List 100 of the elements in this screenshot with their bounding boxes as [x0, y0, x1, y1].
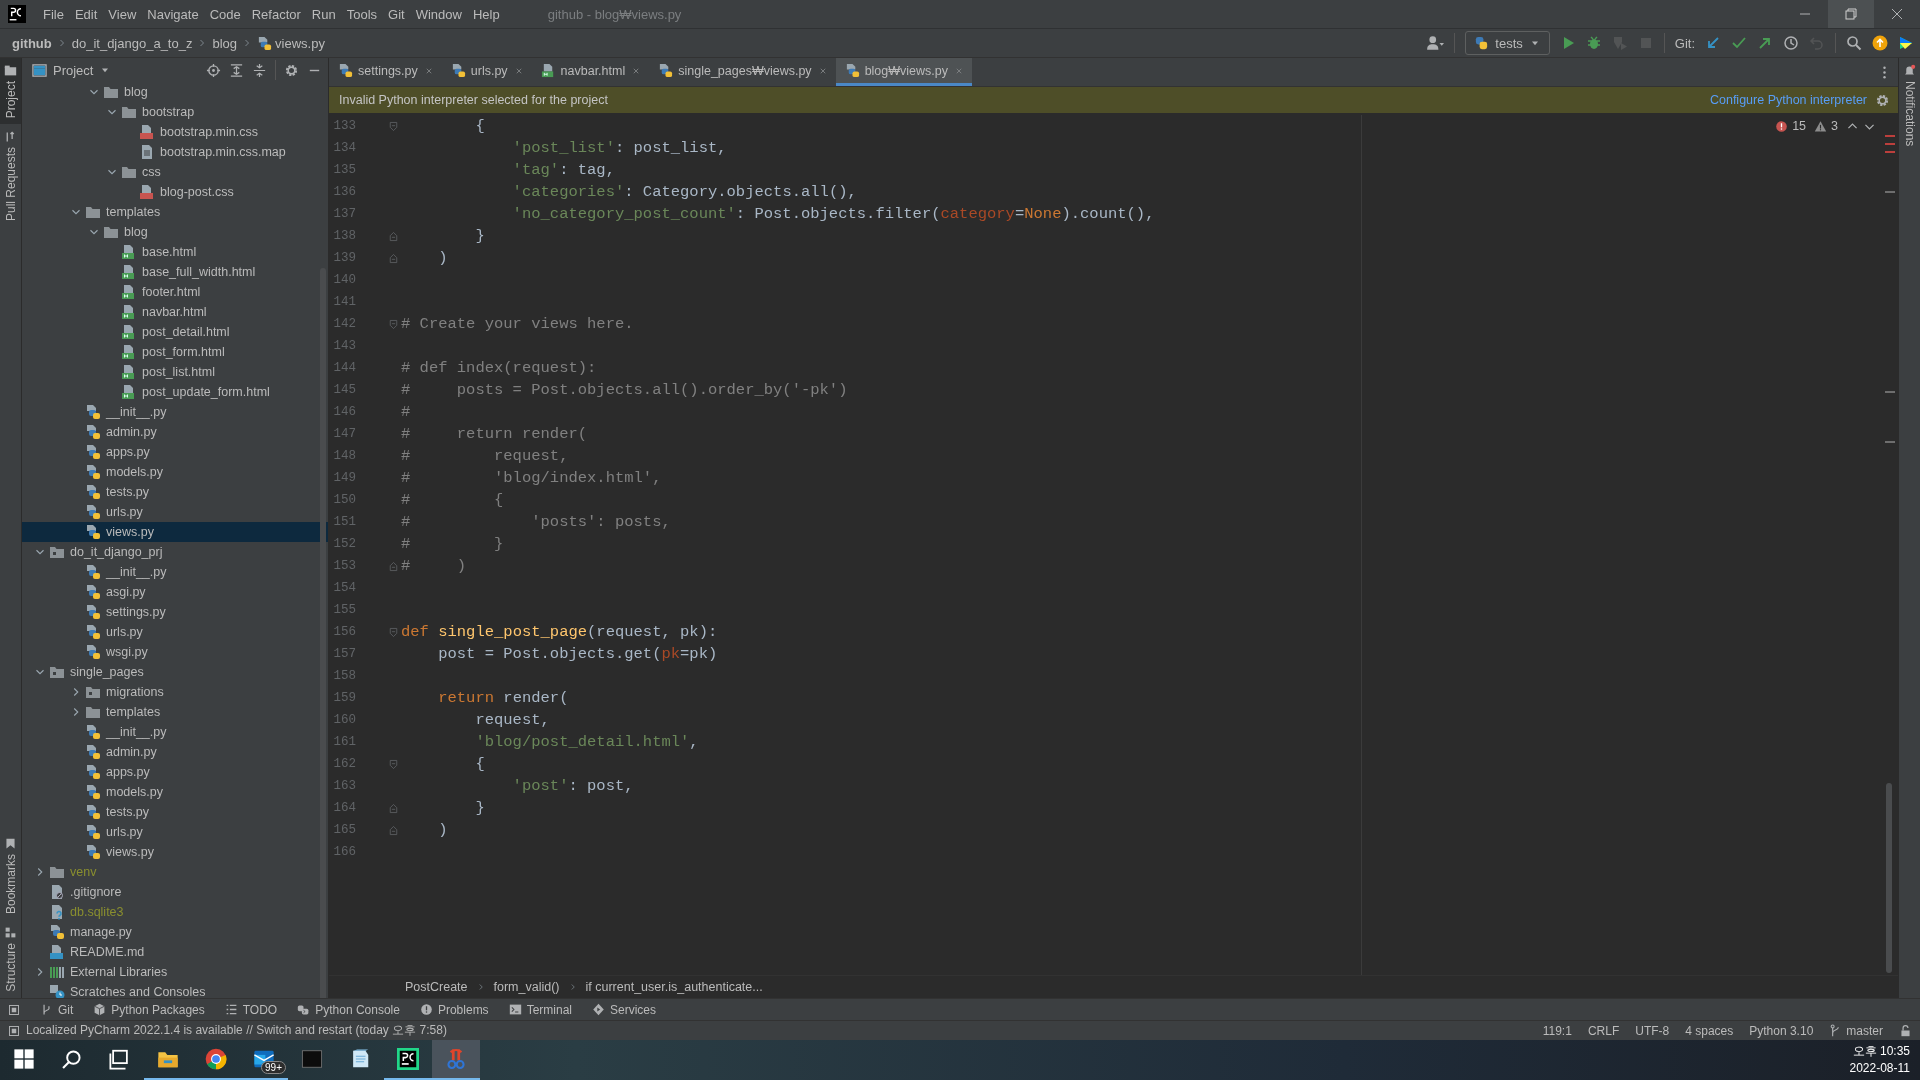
- tree-item[interactable]: templates: [22, 702, 328, 722]
- tree-item[interactable]: post_form.html: [22, 342, 328, 362]
- status-widget[interactable]: 119:1: [1542, 1023, 1572, 1038]
- editor-tab[interactable]: single_pages₩views.py: [649, 58, 836, 86]
- tree-item[interactable]: venv: [22, 862, 328, 882]
- tree-item[interactable]: single_pages: [22, 662, 328, 682]
- tree-item[interactable]: Scratches and Consoles: [22, 982, 328, 998]
- tree-item[interactable]: wsgi.py: [22, 642, 328, 662]
- tree-item[interactable]: base_full_width.html: [22, 262, 328, 282]
- tree-item[interactable]: bootstrap: [22, 102, 328, 122]
- tree-item[interactable]: External Libraries: [22, 962, 328, 982]
- breadcrumb[interactable]: github: [12, 35, 52, 51]
- fold-marker-icon[interactable]: [387, 229, 400, 243]
- close-icon[interactable]: [1889, 6, 1905, 22]
- tree-item[interactable]: post_list.html: [22, 362, 328, 382]
- tool-window-button[interactable]: Terminal: [508, 1002, 572, 1017]
- fold-marker-icon[interactable]: [387, 823, 400, 837]
- menu-item[interactable]: Window: [412, 6, 470, 22]
- side-tab[interactable]: Pull Requests: [0, 124, 21, 228]
- tree-item[interactable]: models.py: [22, 462, 328, 482]
- settings-icon[interactable]: [284, 62, 299, 78]
- fold-marker-icon[interactable]: [387, 801, 400, 815]
- breadcrumb[interactable]: do_it_django_a_to_z: [71, 35, 193, 51]
- check-icon[interactable]: [1731, 35, 1747, 51]
- tree-item[interactable]: settings.py: [22, 602, 328, 622]
- clock-icon[interactable]: [1783, 35, 1799, 51]
- menu-item[interactable]: Navigate: [144, 6, 207, 22]
- arrow-up-right-icon[interactable]: [1757, 35, 1773, 51]
- toolbox-icon[interactable]: [1898, 35, 1914, 51]
- tree-item[interactable]: models.py: [22, 782, 328, 802]
- taskbar-clock[interactable]: 오후 10:35 2022-08-11: [1849, 1040, 1920, 1080]
- tree-item[interactable]: tests.py: [22, 802, 328, 822]
- tool-window-button[interactable]: Python Console: [297, 1002, 400, 1017]
- tree-item[interactable]: urls.py: [22, 502, 328, 522]
- tool-window-button[interactable]: Problems: [419, 1002, 489, 1017]
- tree-item[interactable]: __init__.py: [22, 562, 328, 582]
- tree-item[interactable]: db.sqlite3: [22, 902, 328, 922]
- tool-window-button[interactable]: TODO: [224, 1002, 278, 1017]
- tree-item[interactable]: post_update_form.html: [22, 382, 328, 402]
- fold-marker-icon[interactable]: [387, 317, 400, 331]
- tree-item[interactable]: css: [22, 162, 328, 182]
- status-widget[interactable]: 4 spaces: [1685, 1023, 1734, 1038]
- breadcrumb[interactable]: PostCreate: [405, 980, 468, 994]
- tree-item[interactable]: README.md: [22, 942, 328, 962]
- tree-item[interactable]: admin.py: [22, 422, 328, 442]
- tree-item[interactable]: blog: [22, 82, 328, 102]
- breadcrumb[interactable]: form_valid(): [493, 980, 560, 994]
- tree-item[interactable]: urls.py: [22, 822, 328, 842]
- tree-item[interactable]: apps.py: [22, 762, 328, 782]
- update-icon[interactable]: [1872, 35, 1888, 51]
- editor-tab[interactable]: settings.py: [329, 58, 442, 86]
- tree-item[interactable]: tests.py: [22, 482, 328, 502]
- panel-toggle-icon[interactable]: [8, 1003, 20, 1016]
- user-icon[interactable]: [1426, 34, 1445, 52]
- tree-item[interactable]: migrations: [22, 682, 328, 702]
- fold-marker-icon[interactable]: [387, 625, 400, 639]
- tree-item[interactable]: apps.py: [22, 442, 328, 462]
- tree-item[interactable]: manage.py: [22, 922, 328, 942]
- tree-item[interactable]: post_detail.html: [22, 322, 328, 342]
- status-widget[interactable]: CRLF: [1587, 1023, 1620, 1038]
- scrollbar-thumb[interactable]: [1886, 783, 1892, 973]
- fold-marker-icon[interactable]: [387, 757, 400, 771]
- tool-window-button[interactable]: Git: [40, 1002, 74, 1017]
- tree-item[interactable]: views.py: [22, 842, 328, 862]
- collapse-all-icon[interactable]: [252, 62, 267, 78]
- search-icon[interactable]: [1846, 35, 1862, 51]
- side-tab[interactable]: Notifications: [1899, 58, 1920, 153]
- tree-item[interactable]: urls.py: [22, 622, 328, 642]
- menu-item[interactable]: Tools: [343, 6, 386, 22]
- inspection-widget[interactable]: 15 3: [1775, 119, 1876, 133]
- editor-tab[interactable]: blog₩views.py: [835, 58, 972, 86]
- menu-item[interactable]: Git: [385, 6, 413, 22]
- tree-item[interactable]: templates: [22, 202, 328, 222]
- breadcrumb[interactable]: blog: [212, 35, 238, 51]
- status-widget[interactable]: UTF-8: [1635, 1023, 1670, 1038]
- tree-item[interactable]: admin.py: [22, 742, 328, 762]
- menu-item[interactable]: Code: [206, 6, 249, 22]
- breadcrumb[interactable]: if current_user.is_authenticate...: [585, 980, 763, 994]
- status-widget[interactable]: Python 3.10: [1749, 1023, 1814, 1038]
- tree-item[interactable]: __init__.py: [22, 402, 328, 422]
- tool-window-button[interactable]: Services: [592, 1002, 656, 1017]
- side-tab[interactable]: Structure: [0, 920, 21, 998]
- tree-item[interactable]: bootstrap.min.css.map: [22, 142, 328, 162]
- project-view-dropdown[interactable]: Project: [32, 62, 112, 78]
- expand-all-icon[interactable]: [229, 62, 244, 78]
- tree-item[interactable]: footer.html: [22, 282, 328, 302]
- scrollbar-thumb[interactable]: [320, 268, 326, 998]
- locate-icon[interactable]: [206, 62, 221, 78]
- fold-marker-icon[interactable]: [387, 119, 400, 133]
- menu-item[interactable]: View: [105, 6, 145, 22]
- tree-item[interactable]: blog: [22, 222, 328, 242]
- taskbar-button[interactable]: 99+: [240, 1040, 288, 1080]
- tree-item[interactable]: navbar.html: [22, 302, 328, 322]
- arrow-down-left-icon[interactable]: [1705, 35, 1721, 51]
- tree-item[interactable]: views.py: [22, 522, 328, 542]
- side-tab[interactable]: Project: [0, 58, 21, 125]
- tree-item[interactable]: do_it_django_prj: [22, 542, 328, 562]
- menu-item[interactable]: Edit: [71, 6, 106, 22]
- menu-item[interactable]: Help: [469, 6, 508, 22]
- side-tab[interactable]: Bookmarks: [0, 831, 21, 921]
